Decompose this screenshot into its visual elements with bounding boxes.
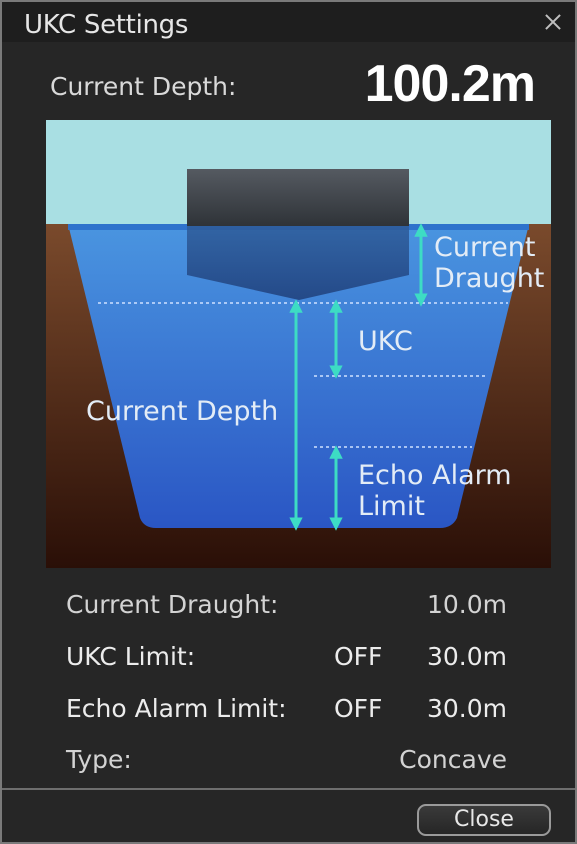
type-value[interactable]: Concave — [399, 745, 507, 774]
diagram-label-echo: Echo Alarm Limit — [358, 460, 512, 522]
ukc-limit-label[interactable]: UKC Limit: — [66, 642, 195, 671]
draught-value: 10.0m — [426, 590, 507, 619]
ukc-settings-dialog: UKC Settings Current Depth: 100.2m Curre… — [0, 0, 577, 844]
draught-label: Current Draught: — [66, 590, 279, 619]
current-depth-value: 100.2m — [364, 55, 536, 113]
diagram-label-depth: Current Depth — [86, 396, 279, 427]
diagram-label-draught: Current Draught — [434, 232, 545, 294]
ukc-diagram: Current Draught UKC Current Depth Echo A… — [46, 120, 551, 568]
dialog-title: UKC Settings — [24, 10, 189, 40]
echo-limit-value[interactable]: 30.0m — [427, 694, 507, 723]
ship-hull-above — [187, 169, 409, 226]
ukc-limit-state[interactable]: OFF — [334, 642, 382, 671]
close-button[interactable]: Close — [417, 804, 551, 836]
echo-limit-label[interactable]: Echo Alarm Limit: — [66, 694, 287, 723]
current-depth-label: Current Depth: — [50, 72, 237, 101]
type-label: Type: — [66, 745, 132, 774]
ukc-limit-value[interactable]: 30.0m — [427, 642, 507, 671]
title-bar: UKC Settings — [2, 2, 575, 42]
echo-limit-state[interactable]: OFF — [334, 694, 382, 723]
diagram-label-ukc: UKC — [358, 326, 413, 357]
close-x-icon[interactable] — [539, 8, 567, 36]
footer-separator — [2, 788, 575, 790]
